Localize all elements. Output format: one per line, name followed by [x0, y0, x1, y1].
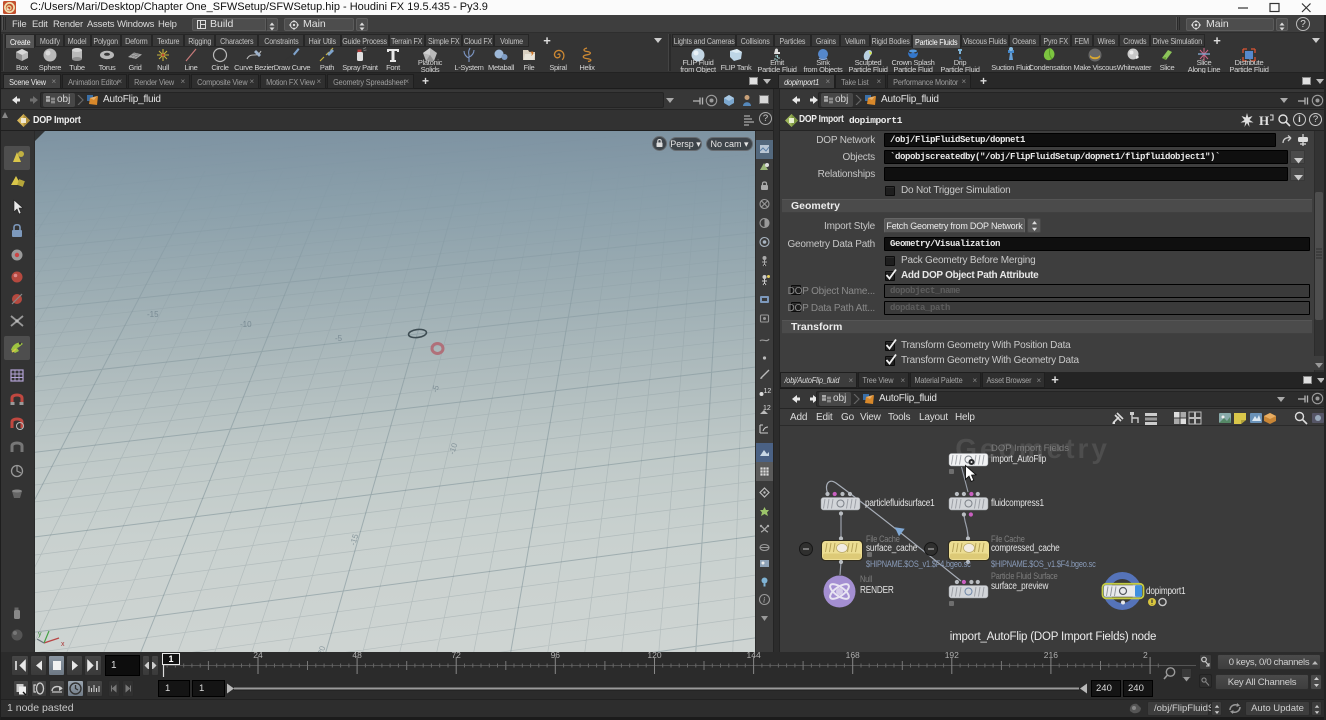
svg-text:12: 12 [764, 388, 772, 395]
svg-text:-5: -5 [335, 334, 343, 343]
svg-text:-15: -15 [147, 310, 159, 319]
svg-text:H: H [1259, 113, 1269, 128]
svg-text:-10: -10 [240, 320, 252, 329]
svg-text:-15: -15 [348, 532, 360, 546]
svg-text:i: i [763, 596, 765, 605]
svg-text:y: y [38, 631, 42, 638]
svg-text:-5: -5 [430, 384, 441, 394]
svg-text:12: 12 [763, 405, 771, 412]
svg-text:x: x [61, 641, 65, 648]
svg-text:-10: -10 [447, 441, 459, 455]
svg-text:DOP Import Fields: DOP Import Fields [991, 443, 1069, 454]
